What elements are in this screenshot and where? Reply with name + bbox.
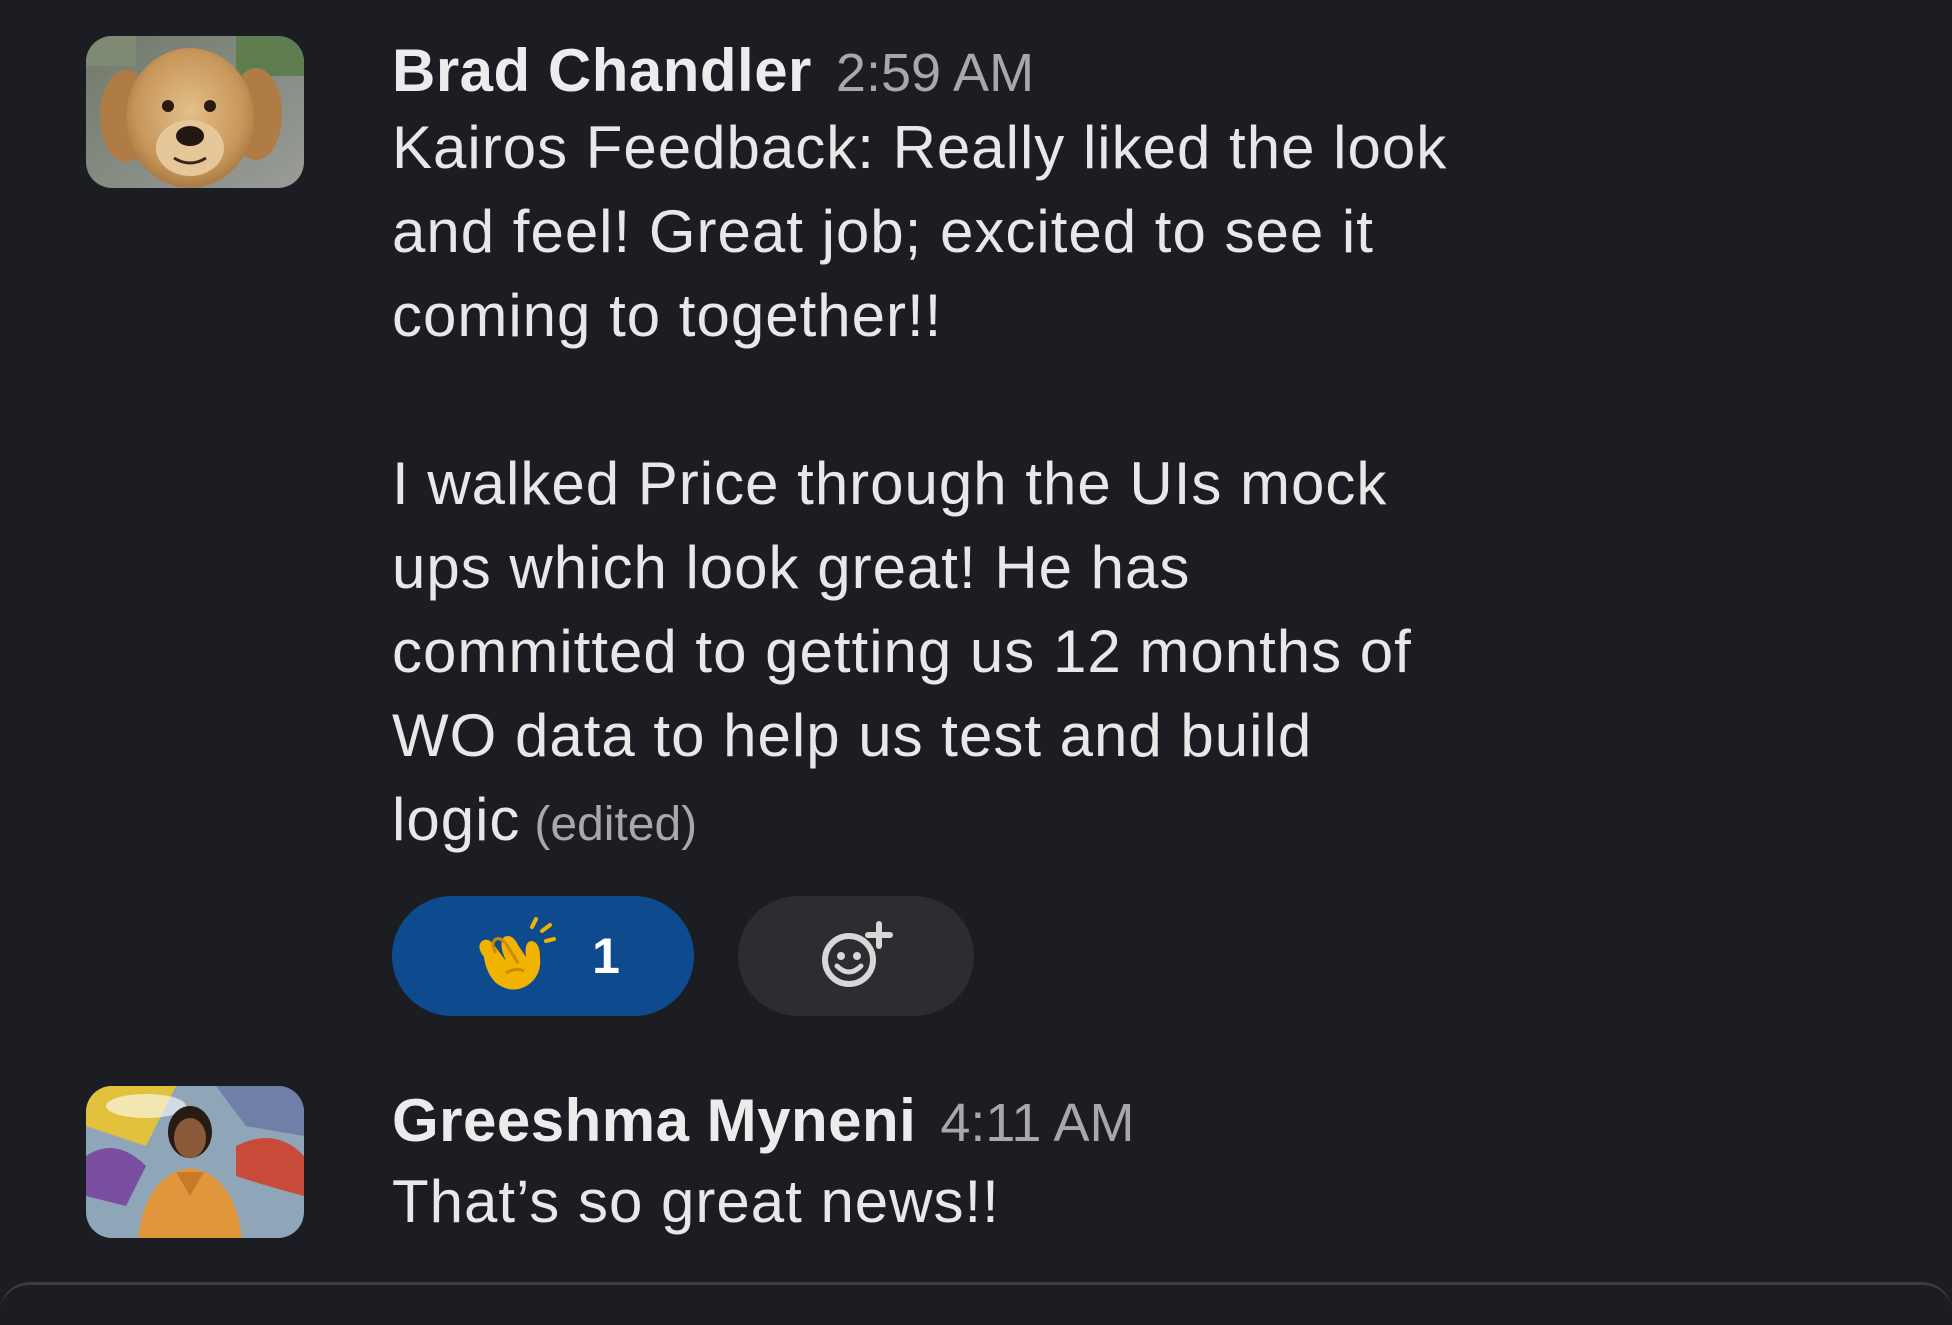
message-line: and feel! Great job; excited to see it [392,198,1374,265]
message-timestamp[interactable]: 2:59 AM [836,42,1034,104]
add-reaction-icon [822,921,893,987]
clapping-hands-icon [479,917,557,990]
message-line-text: logic [392,786,521,853]
message-content: Greeshma Myneni 4:11 AM That’s so great … [392,1086,1892,1244]
message-line: ups which look great! He has [392,534,1191,601]
reactions-bar: 1 [392,896,1892,1016]
person-avatar-image [86,1086,304,1238]
message-line: committed to getting us 12 months of [392,618,1412,685]
message-body: That’s so great news!! [392,1160,1892,1244]
message-content: Brad Chandler 2:59 AM Kairos Feedback: R… [392,36,1892,1016]
avatar-greeshma-myneni[interactable] [86,1086,304,1238]
reaction-count: 1 [592,928,620,984]
edited-label: (edited) [534,798,698,851]
dog-avatar-image [86,36,304,188]
message-last-line: logic (edited) [392,778,1892,862]
add-reaction-button[interactable] [738,896,974,1016]
author-name[interactable]: Greeshma Myneni [392,1086,916,1155]
message-line: That’s so great news!! [392,1168,1000,1235]
message-body: Kairos Feedback: Really liked the look a… [392,106,1892,862]
message-timestamp[interactable]: 4:11 AM [940,1092,1134,1154]
message-line: Kairos Feedback: Really liked the look [392,114,1448,181]
message-header: Brad Chandler 2:59 AM [392,36,1892,106]
avatar-brad-chandler[interactable] [86,36,304,188]
author-name[interactable]: Brad Chandler [392,36,812,105]
message-line: coming to together!! [392,282,943,349]
message-line: WO data to help us test and build [392,702,1313,769]
message-header: Greeshma Myneni 4:11 AM [392,1086,1892,1156]
message-line: I walked Price through the UIs mock [392,450,1388,517]
reaction-clap-button[interactable]: 1 [392,896,694,1016]
